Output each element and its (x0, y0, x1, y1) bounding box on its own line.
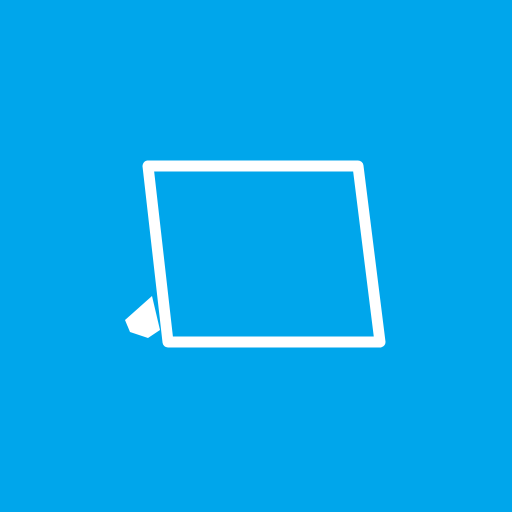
tablet-with-kickstand-icon (125, 160, 386, 348)
tablet-screen-outline (142, 160, 386, 348)
kickstand-shape (125, 296, 160, 338)
app-tile[interactable] (0, 0, 512, 512)
